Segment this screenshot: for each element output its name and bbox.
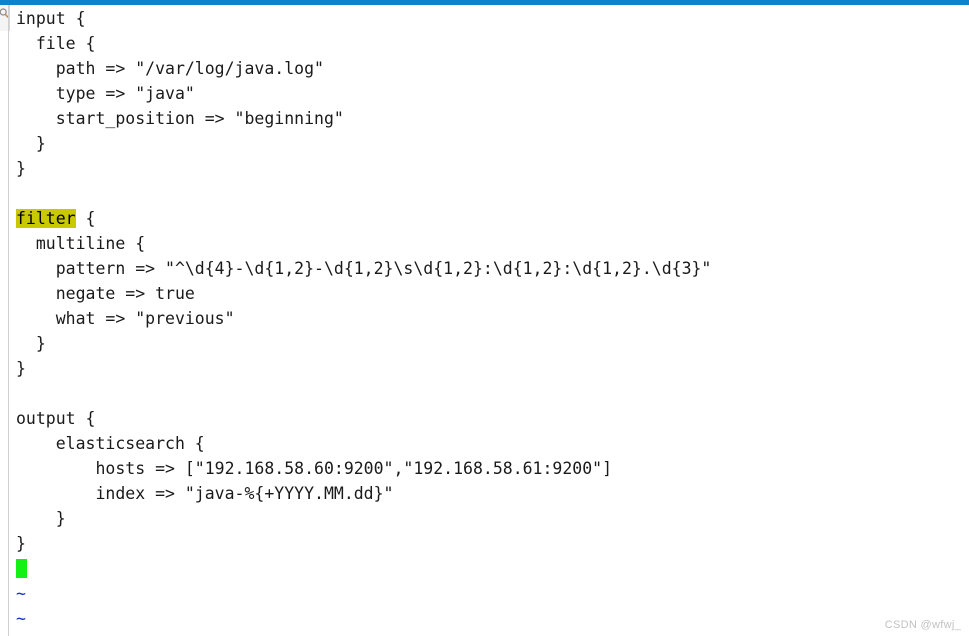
editor-gutter [0, 31, 8, 636]
code-line: output { [16, 409, 96, 428]
code-line: } [16, 534, 26, 553]
search-match-highlight: filter [16, 209, 76, 228]
code-line: what => "previous" [16, 309, 235, 328]
code-editor-area[interactable]: input { file { path => "/var/log/java.lo… [16, 6, 961, 632]
code-line: pattern => "^\d{4}-\d{1,2}-\d{1,2}\s\d{1… [16, 259, 712, 278]
code-line-remainder: { [75, 209, 96, 228]
code-line: file { [16, 34, 96, 53]
cursor-line [16, 556, 961, 581]
title-bar-accent [0, 0, 969, 5]
code-line: index => "java-%{+YYYY.MM.dd}" [16, 484, 394, 503]
code-line-filter: filter { [16, 206, 961, 231]
code-line: input { [16, 9, 86, 28]
code-line: multiline { [16, 234, 146, 253]
code-line: start_position => "beginning" [16, 109, 344, 128]
code-line: } [16, 159, 26, 178]
watermark: CSDN @wfwj_ [884, 619, 961, 631]
empty-line-marker: ~ [16, 584, 26, 603]
code-line: type => "java" [16, 84, 195, 103]
editor-window: input { file { path => "/var/log/java.lo… [0, 0, 969, 636]
code-line: path => "/var/log/java.log" [16, 59, 324, 78]
code-line: } [16, 134, 46, 153]
code-line: } [16, 509, 66, 528]
code-line: } [16, 359, 26, 378]
empty-line-marker: ~ [16, 609, 26, 628]
code-line: elasticsearch { [16, 434, 205, 453]
text-cursor [16, 559, 27, 578]
gutter-divider [8, 5, 9, 636]
code-line: hosts => ["192.168.58.60:9200","192.168.… [16, 459, 613, 478]
code-line: negate => true [16, 284, 195, 303]
code-line: } [16, 334, 46, 353]
